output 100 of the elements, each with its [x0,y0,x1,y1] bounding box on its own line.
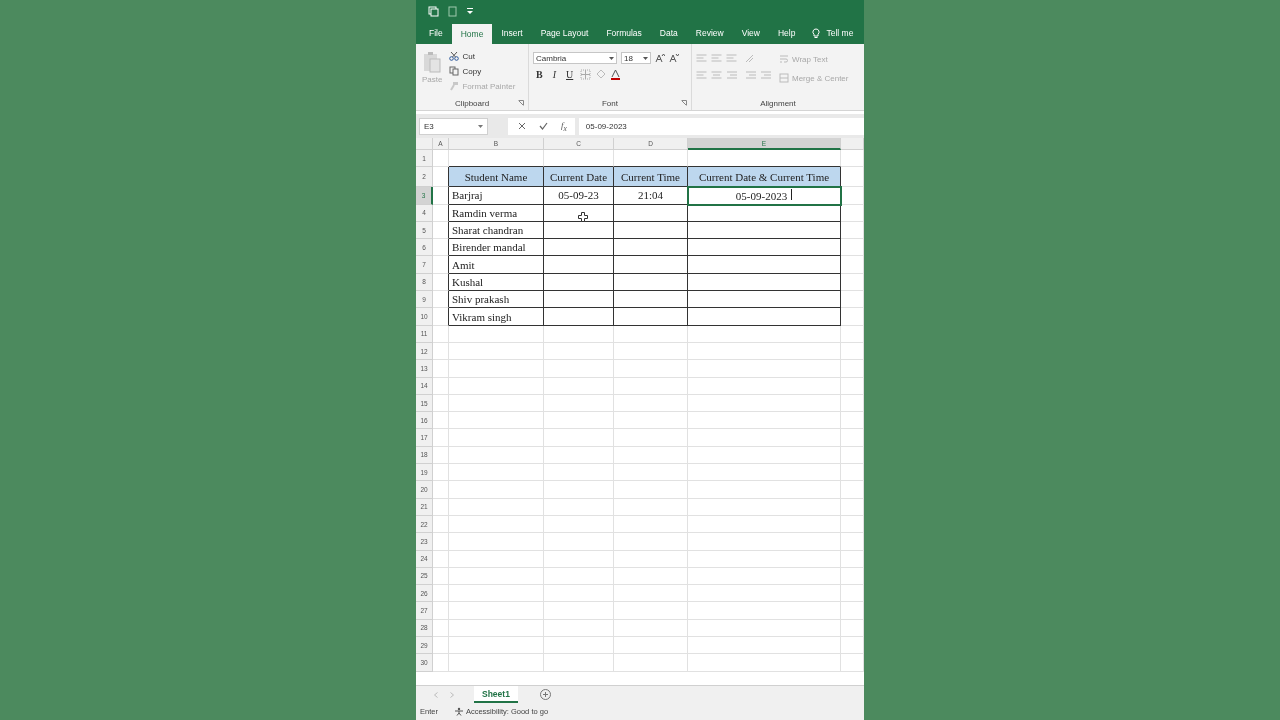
cross-pointer-icon [578,212,588,222]
empty-cell [841,291,864,309]
table-cell: 21:04 [614,187,688,205]
empty-cell [433,585,449,603]
empty-cell [544,221,614,240]
empty-cell [433,619,449,637]
empty-cell [544,308,614,326]
tell-me-field[interactable]: Tell me [826,28,854,38]
empty-cell [544,429,614,447]
table-header-cell: Student Name [449,167,544,188]
formula-input[interactable]: 05-09-2023 [578,117,864,135]
empty-cell [433,481,449,499]
empty-cell [841,394,864,413]
empty-cell [544,498,614,516]
ribbon-tab[interactable]: Page Layout [531,22,598,44]
empty-cell [433,204,449,222]
table-cell: Barjraj [449,187,544,205]
empty-cell [841,429,864,447]
wrap-text-icon [779,54,789,64]
empty-cell [433,515,449,534]
group-label: Alignment [760,98,796,108]
ribbon-tab[interactable]: Insert [492,22,532,44]
dialog-launcher-icon[interactable] [518,100,524,106]
fill-color-icon[interactable] [595,69,607,80]
empty-cell [544,325,614,343]
empty-cell [433,498,449,516]
empty-cell [433,533,449,551]
empty-cell [433,360,449,378]
table-cell: Kushal [449,273,544,292]
align-bottom-icon [726,54,737,63]
customize-caret-icon[interactable] [467,7,473,15]
empty-cell [841,221,864,240]
format-button[interactable]: U [563,69,577,80]
active-cell[interactable]: 05-09-2023 [688,187,841,205]
empty-cell [433,602,449,620]
shrink-font-icon[interactable] [669,53,679,63]
empty-cell [544,533,614,551]
table-header-cell: Current Date [544,167,614,188]
table-cell: Sharat chandran [449,221,544,240]
empty-cell [544,567,614,586]
empty-cell [433,550,449,568]
empty-cell [841,412,864,430]
add-sheet-icon[interactable] [539,689,551,700]
cell-editor[interactable]: 05-09-2023 [735,188,793,202]
table-cell: 05-09-23 [544,187,614,205]
empty-cell [841,602,864,620]
empty-cell [841,654,864,672]
accessibility-icon[interactable] [453,707,464,716]
empty-cell [841,204,864,222]
empty-cell [841,377,864,395]
empty-cell [544,377,614,395]
borders-icon[interactable] [580,69,592,80]
empty-cell [841,567,864,586]
ribbon-button[interactable]: Cut [449,51,516,61]
paintbrush-icon [449,81,460,91]
enter-check-icon[interactable] [539,122,548,130]
empty-cell [841,515,864,534]
format-button[interactable]: I [549,69,559,80]
ribbon-tab[interactable]: Home [451,24,493,44]
format-button[interactable]: B [533,69,546,80]
empty-cell [841,342,864,361]
ribbon-button[interactable]: Copy [449,66,516,76]
dialog-launcher-icon[interactable] [681,100,687,106]
scissors-icon [449,51,460,61]
empty-cell [544,446,614,465]
empty-cell [433,394,449,413]
increase-indent-icon [760,71,771,80]
ribbon-tab[interactable]: Help [768,22,805,44]
empty-cell [544,360,614,378]
empty-cell [841,325,864,343]
sheet-tab[interactable]: Sheet1 [474,686,518,703]
caret-icon [478,124,483,128]
empty-cell [841,256,864,274]
ribbon-tab[interactable]: View [732,22,769,44]
empty-cell [544,515,614,534]
ribbon-tab[interactable]: File [420,22,452,44]
empty-cell [433,273,449,292]
font-size-dropdown[interactable]: 18 [621,52,651,64]
ribbon-tab[interactable]: Formulas [597,22,651,44]
cancel-icon[interactable] [518,122,526,130]
table-header-cell: Current Date & Current Time [688,167,841,188]
grow-font-icon[interactable] [655,53,665,63]
font-name-dropdown[interactable]: Cambria [533,52,617,64]
empty-cell [841,150,864,168]
group-label: Font [602,98,618,108]
empty-cell [841,239,864,257]
empty-cell [433,637,449,655]
empty-cell [544,637,614,655]
name-box[interactable]: E3 [419,117,488,135]
ribbon-tab[interactable]: Review [686,22,733,44]
touch-mode-icon[interactable] [448,5,458,17]
empty-cell [433,464,449,482]
lightbulb-icon[interactable] [812,27,821,39]
insert-function-button[interactable]: f$_{x}$ [561,119,567,133]
empty-cell [841,637,864,655]
ribbon-tab[interactable]: Data [650,22,687,44]
empty-cell [841,360,864,378]
font-color-icon[interactable] [610,69,622,80]
empty-cell [433,567,449,586]
empty-cell [544,342,614,361]
